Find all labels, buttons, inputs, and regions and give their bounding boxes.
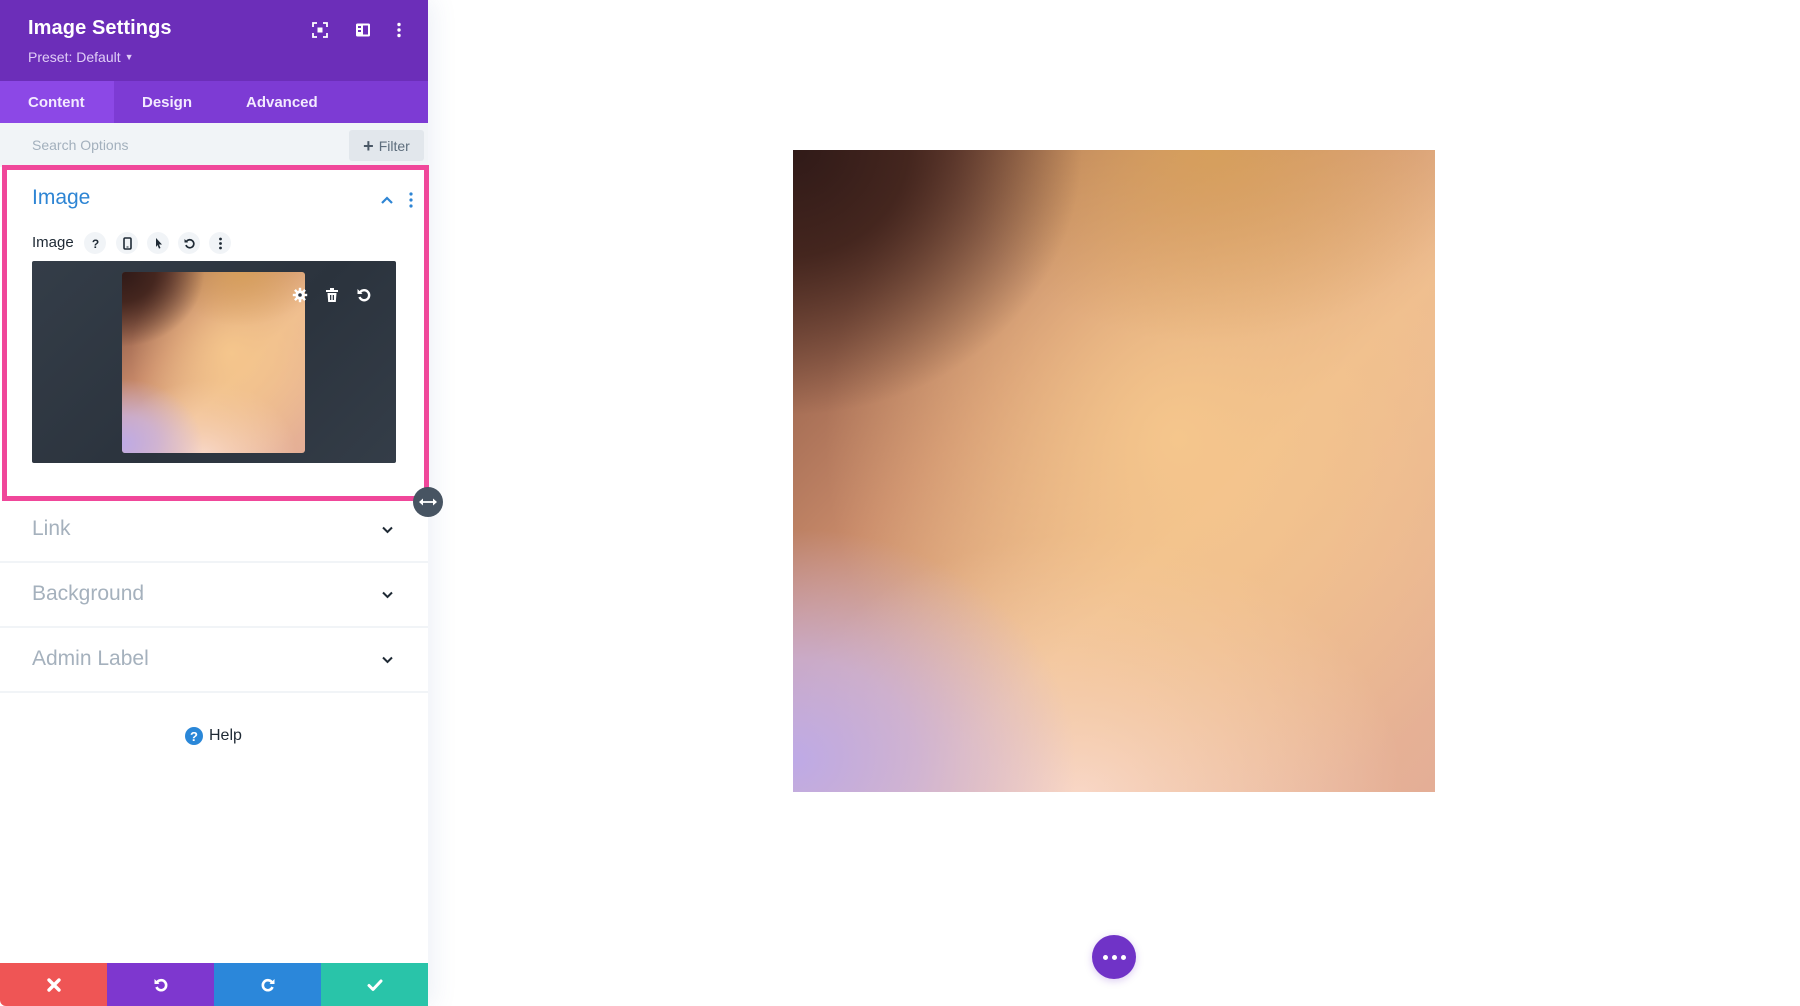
dot [1102, 954, 1108, 960]
reset-image-icon[interactable] [353, 284, 375, 306]
image-upload-box[interactable] [32, 261, 396, 463]
settings-gear-icon[interactable] [289, 284, 311, 306]
dot [1120, 954, 1126, 960]
filter-label: Filter [378, 137, 410, 154]
plus-icon: + [363, 135, 374, 156]
image-thumbnail [122, 272, 305, 453]
thumbnail-photo [122, 272, 305, 453]
close-icon [46, 977, 61, 992]
chevron-down-icon [382, 656, 393, 664]
tab-advanced[interactable]: Advanced [246, 81, 318, 123]
panel-resize-handle[interactable] [413, 487, 443, 517]
reset-icon[interactable] [178, 232, 200, 254]
redo-icon [261, 978, 274, 991]
redo-button[interactable] [214, 963, 321, 1006]
field-more-options-icon[interactable] [209, 232, 231, 254]
trash-icon[interactable] [321, 284, 343, 306]
help-link[interactable]: ? Help [185, 727, 242, 745]
hover-pointer-icon[interactable] [147, 232, 169, 254]
preset-label: Preset: Default [28, 49, 121, 65]
section-title-image[interactable]: Image [32, 186, 90, 210]
more-options-icon[interactable] [388, 19, 410, 41]
save-button[interactable] [321, 963, 428, 1006]
canvas-image-module[interactable] [793, 150, 1435, 792]
resize-arrows-icon [419, 498, 437, 506]
svg-text:?: ? [91, 237, 98, 250]
section-title-link: Link [32, 517, 71, 540]
chevron-down-icon [382, 526, 393, 534]
canvas-photo [793, 150, 1435, 792]
chevron-up-icon[interactable] [378, 191, 396, 209]
help-icon[interactable]: ? [84, 232, 106, 254]
split-view-icon[interactable] [352, 19, 374, 41]
panel-title: Image Settings [28, 17, 172, 39]
section-title-admin-label: Admin Label [32, 647, 149, 670]
search-row: + Filter [0, 123, 428, 167]
section-link[interactable]: Link [0, 498, 428, 563]
settings-panel: Image Settings Preset: Default ▼ Content … [0, 0, 429, 1006]
help-circle-icon: ? [185, 727, 203, 745]
caret-down-icon: ▼ [124, 52, 134, 62]
section-admin-label[interactable]: Admin Label [0, 628, 428, 693]
undo-button[interactable] [107, 963, 214, 1006]
expand-icon[interactable] [309, 19, 331, 41]
tab-bar: Content Design Advanced [0, 81, 428, 123]
search-options-input[interactable] [20, 131, 320, 159]
responsive-phone-icon[interactable] [116, 232, 138, 254]
section-more-options-icon[interactable] [406, 191, 416, 209]
help-label: Help [209, 727, 242, 744]
panel-footer [0, 963, 428, 1006]
panel-header: Image Settings Preset: Default ▼ [0, 0, 428, 81]
tab-content[interactable]: Content [0, 81, 114, 123]
tab-design[interactable]: Design [114, 81, 246, 123]
undo-icon [154, 978, 167, 991]
page-settings-fab[interactable] [1092, 935, 1136, 979]
preset-dropdown[interactable]: Preset: Default ▼ [28, 49, 134, 65]
dot [1111, 954, 1117, 960]
section-background[interactable]: Background [0, 563, 428, 628]
filter-button[interactable]: + Filter [349, 130, 424, 161]
checkmark-icon [367, 979, 382, 991]
app-root: Image Settings Preset: Default ▼ Content … [0, 0, 1800, 1006]
section-title-background: Background [32, 582, 145, 605]
cancel-button[interactable] [0, 963, 107, 1006]
chevron-down-icon [382, 591, 393, 599]
image-field-label: Image [32, 234, 74, 251]
